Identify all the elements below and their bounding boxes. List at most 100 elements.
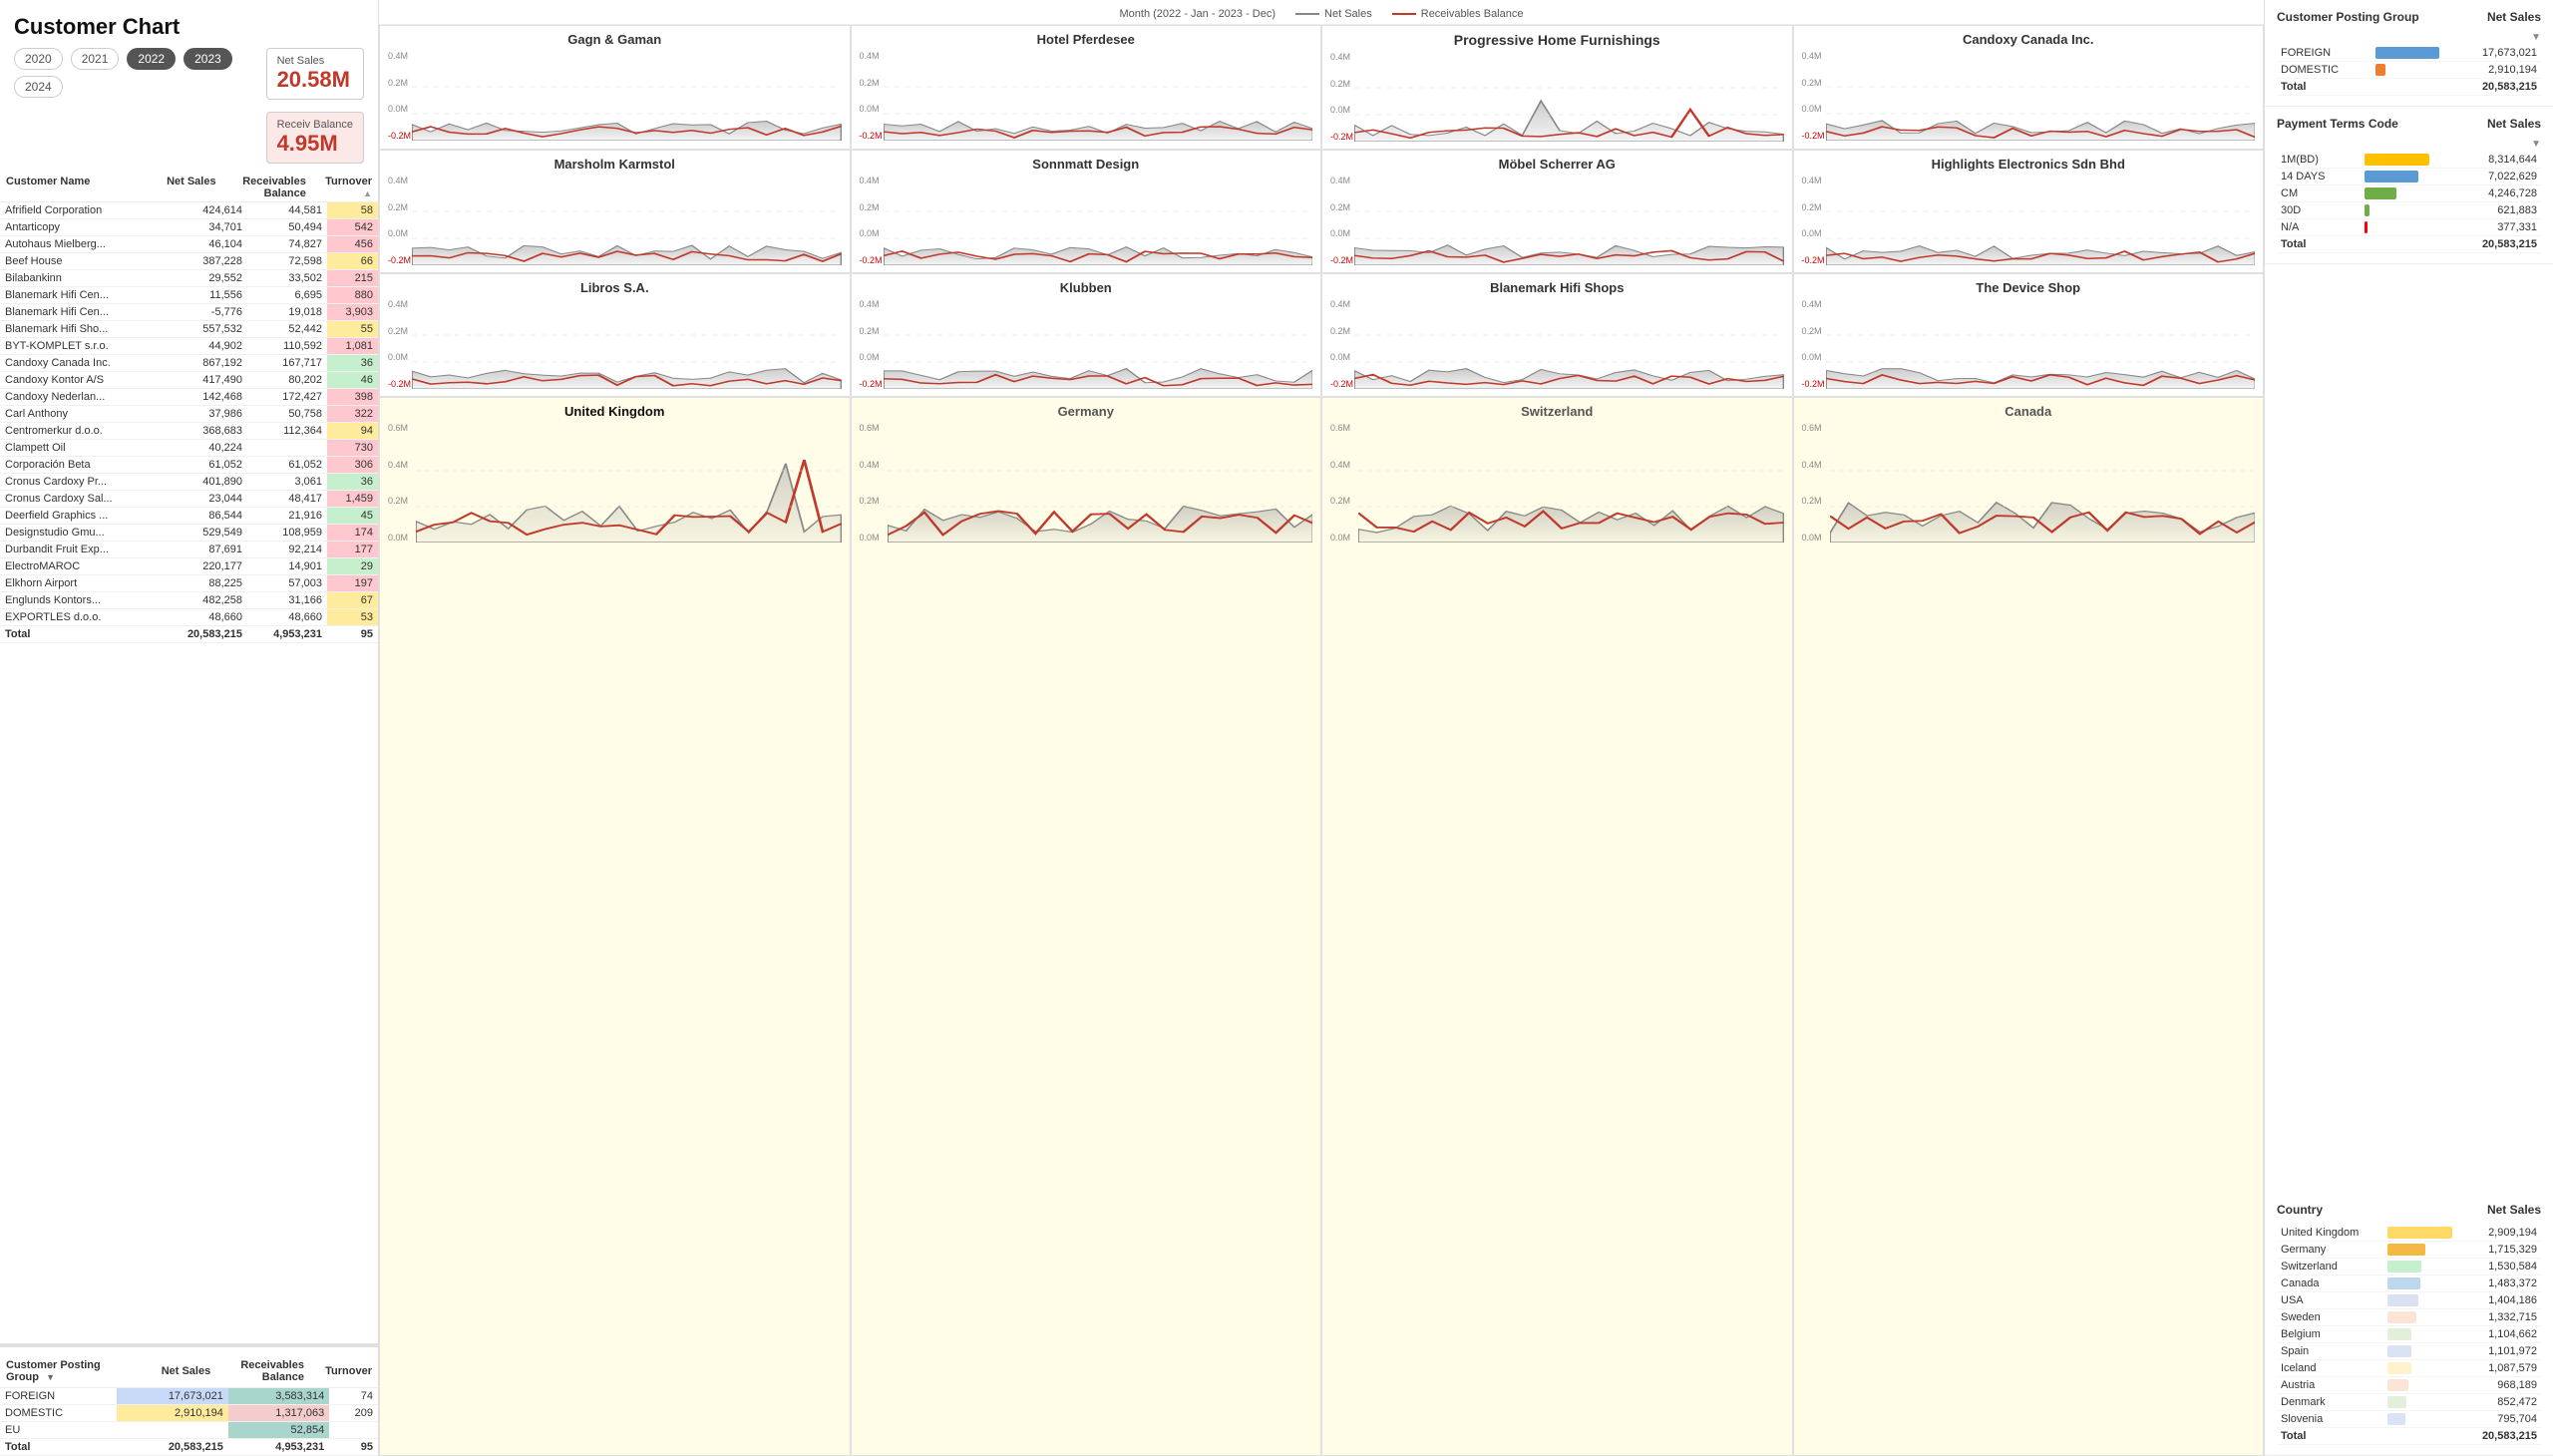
chart-cell-title-5: Sonnmatt Design [860,157,1313,172]
right-country-name: Belgium [2277,1326,2383,1343]
customer-turnover: 456 [327,236,378,253]
right-country-value: 1,101,972 [2463,1343,2541,1360]
customer-turnover: 322 [327,406,378,423]
customer-row: Bilabankinn 29,552 33,502 215 [0,270,378,287]
customer-netsales: 220,177 [160,558,247,575]
right-country-name: Sweden [2277,1309,2383,1326]
customer-recv: 108,959 [247,525,327,542]
legend-net-sales: Net Sales [1295,8,1372,20]
total-net-sales: 20,583,215 [160,626,247,643]
posting-group-section: Customer Posting Group ▼ Net Sales Recei… [0,1343,378,1456]
right-country-bar [2383,1292,2463,1309]
chart-cell-6: Möbel Scherrer AG 0.4M 0.2M 0.0M -0.2M [1321,150,1793,273]
customer-name: ElectroMAROC [0,558,160,575]
customer-name: Durbandit Fruit Exp... [0,542,160,558]
chart-cell-title-8: Libros S.A. [388,280,842,295]
right-country-bar [2383,1259,2463,1275]
customer-netsales: 44,902 [160,338,247,355]
posting-col-group: Customer Posting Group ▼ [6,1359,117,1383]
customer-turnover: 177 [327,542,378,558]
customer-row: Afrifield Corporation 424,614 44,581 58 [0,202,378,219]
customer-name: Blanemark Hifi Cen... [0,287,160,304]
right-posting-title: Customer Posting Group [2277,10,2419,24]
year-2020[interactable]: 2020 [14,48,63,70]
chart-cell-8: Libros S.A. 0.4M 0.2M 0.0M -0.2M [379,273,851,397]
right-posting-row: DOMESTIC 2,910,194 [2277,62,2541,79]
legend-receivables: Receivables Balance [1392,8,1524,20]
year-2023[interactable]: 2023 [183,48,232,70]
right-country-value: 2,909,194 [2463,1225,2541,1242]
right-country-bar [2383,1242,2463,1259]
payment-filter-icon[interactable]: ▼ [2531,139,2541,150]
customer-turnover: 306 [327,457,378,474]
right-posting-table: FOREIGN 17,673,021 DOMESTIC 2,910,194 To… [2277,45,2541,96]
customer-netsales: 88,225 [160,575,247,592]
customer-turnover: 542 [327,219,378,236]
col-header-recv: Receivables Balance [226,176,306,199]
chart-header: Customer Chart 2020 2021 2022 2023 2024 [0,0,378,172]
right-payment-value: 7,022,629 [2440,169,2541,185]
right-country-title: Country [2277,1203,2323,1217]
customer-recv: 31,166 [247,592,327,609]
right-posting-name: DOMESTIC [2277,62,2371,79]
customer-turnover: 880 [327,287,378,304]
customer-row: Designstudio Gmu... 529,549 108,959 174 [0,525,378,542]
customer-row: Centromerkur d.o.o. 368,683 112,364 94 [0,423,378,440]
customer-row: Elkhorn Airport 88,225 57,003 197 [0,575,378,592]
right-payment-row: 14 DAYS 7,022,629 [2277,169,2541,185]
customer-table-section: Customer Name Net Sales Receivables Bala… [0,172,378,1343]
customer-row: Cronus Cardoxy Pr... 401,890 3,061 36 [0,474,378,491]
chart-cell-title-9: Klubben [860,280,1313,295]
right-payment-name: N/A [2277,219,2361,236]
year-2024[interactable]: 2024 [14,76,63,98]
customer-name: EXPORTLES d.o.o. [0,609,160,626]
customer-row: Blanemark Hifi Cen... -5,776 19,018 3,90… [0,304,378,321]
right-posting-total-label: Total [2277,79,2371,96]
posting-table: FOREIGN 17,673,021 3,583,314 74 DOMESTIC… [0,1388,378,1456]
posting-group-name: EU [0,1422,117,1439]
right-payment-value: 4,246,728 [2440,185,2541,202]
right-country-row: Iceland 1,087,579 [2277,1360,2541,1377]
col-header-turnover: Turnover ▲ [316,176,372,199]
chart-cell-9: Klubben 0.4M 0.2M 0.0M -0.2M [851,273,1322,397]
right-payment-total-number: 20,583,215 [2440,236,2541,253]
customer-recv: 92,214 [247,542,327,558]
customer-row: Cronus Cardoxy Sal... 23,044 48,417 1,45… [0,491,378,508]
right-country-row: Sweden 1,332,715 [2277,1309,2541,1326]
customer-recv: 21,916 [247,508,327,525]
customer-recv: 74,827 [247,236,327,253]
customer-name: Cronus Cardoxy Pr... [0,474,160,491]
customer-name: Blanemark Hifi Sho... [0,321,160,338]
right-payment-bar [2361,185,2440,202]
customer-table-scroll[interactable]: Afrifield Corporation 424,614 44,581 58 … [0,202,378,1343]
customer-netsales: 867,192 [160,355,247,372]
chart-title: Customer Chart [14,14,364,40]
posting-col-turnover: Turnover [312,1365,372,1377]
customer-netsales: 401,890 [160,474,247,491]
posting-total-row: Total 20,583,215 4,953,231 95 [0,1439,378,1456]
right-country-row: Denmark 852,472 [2277,1394,2541,1411]
customer-turnover: 29 [327,558,378,575]
customer-row: Durbandit Fruit Exp... 87,691 92,214 177 [0,542,378,558]
right-payment-bar [2361,202,2440,219]
year-2022[interactable]: 2022 [127,48,176,70]
right-posting-bar [2371,62,2451,79]
right-payment-col2: Net Sales [2487,117,2541,131]
country-chart-title-3: Canada [1802,404,2256,419]
right-country-name: Canada [2277,1275,2383,1292]
customer-turnover: 58 [327,202,378,219]
year-2021[interactable]: 2021 [71,48,120,70]
customer-recv: 19,018 [247,304,327,321]
customer-row: Blanemark Hifi Sho... 557,532 52,442 55 [0,321,378,338]
right-posting-col2: Net Sales [2487,10,2541,24]
posting-netsales: 17,673,021 [117,1388,228,1405]
right-payment-value: 8,314,644 [2440,152,2541,169]
right-country-value: 1,087,579 [2463,1360,2541,1377]
customer-recv: 50,758 [247,406,327,423]
posting-total-label: Total [0,1439,117,1456]
customer-netsales: 482,258 [160,592,247,609]
chart-cell-2: Progressive Home Furnishings 0.4M 0.2M 0… [1321,25,1793,150]
customer-netsales: 529,549 [160,525,247,542]
posting-filter-icon[interactable]: ▼ [2531,32,2541,43]
right-posting-total-value [2371,79,2451,96]
